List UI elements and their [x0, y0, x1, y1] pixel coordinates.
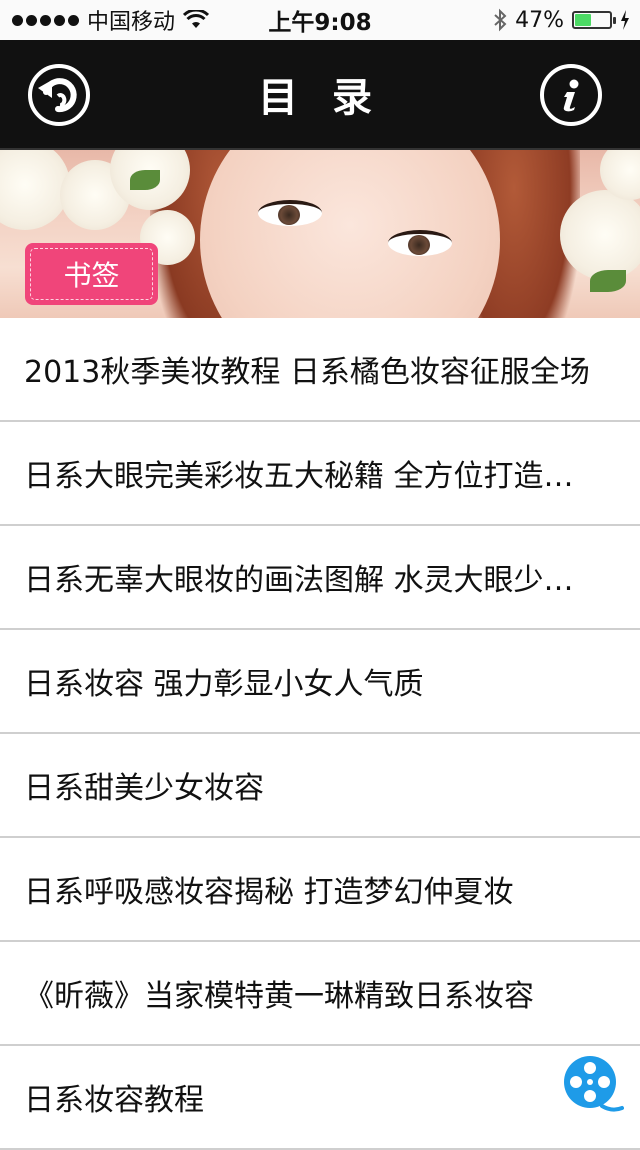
video-button[interactable] — [562, 1054, 624, 1116]
list-item[interactable]: 2013秋季美妆教程 日系橘色妆容征服全场 — [0, 318, 640, 422]
eye-decoration — [388, 230, 452, 256]
list-item-label: 日系妆容 强力彰显小女人气质 — [24, 667, 424, 702]
status-bar: 中国移动 上午9:08 47% — [0, 0, 640, 40]
info-button[interactable] — [540, 64, 602, 126]
list-item[interactable]: 日系妆容教程 — [0, 1046, 640, 1150]
list-item[interactable]: 日系无辜大眼妆的画法图解 水灵大眼少… — [0, 526, 640, 630]
battery-level-fill — [575, 14, 591, 26]
list-item-label: 日系大眼完美彩妆五大秘籍 全方位打造… — [24, 459, 574, 494]
bookmark-button[interactable]: 书签 — [25, 243, 158, 305]
list-item-label: 《昕薇》当家模特黄一琳精致日系妆容 — [24, 979, 534, 1014]
model-face-image — [200, 150, 500, 318]
list-item-label: 日系无辜大眼妆的画法图解 水灵大眼少… — [24, 563, 574, 598]
list-item[interactable]: 日系甜美少女妆容 — [0, 734, 640, 838]
list-item-label: 日系甜美少女妆容 — [24, 771, 264, 806]
info-icon — [563, 79, 579, 112]
battery-icon — [572, 11, 616, 29]
status-right: 47% — [493, 0, 630, 40]
list-item[interactable]: 日系呼吸感妆容揭秘 打造梦幻仲夏妆 — [0, 838, 640, 942]
charging-icon — [621, 10, 629, 30]
nav-bar: 目 录 — [0, 40, 640, 150]
list-item[interactable]: 《昕薇》当家模特黄一琳精致日系妆容 — [0, 942, 640, 1046]
list-item-label: 日系呼吸感妆容揭秘 打造梦幻仲夏妆 — [24, 875, 514, 910]
bookmark-label: 书签 — [63, 259, 120, 292]
list-item-label: 2013秋季美妆教程 日系橘色妆容征服全场 — [24, 355, 590, 390]
article-list: 2013秋季美妆教程 日系橘色妆容征服全场 日系大眼完美彩妆五大秘籍 全方位打造… — [0, 318, 640, 1150]
bluetooth-icon — [494, 8, 507, 32]
list-item[interactable]: 日系大眼完美彩妆五大秘籍 全方位打造… — [0, 422, 640, 526]
eye-decoration — [258, 200, 322, 226]
list-item[interactable]: 日系妆容 强力彰显小女人气质 — [0, 630, 640, 734]
list-item-label: 日系妆容教程 — [24, 1083, 204, 1118]
battery-percent: 47% — [515, 7, 564, 33]
film-reel-icon — [564, 1056, 624, 1112]
